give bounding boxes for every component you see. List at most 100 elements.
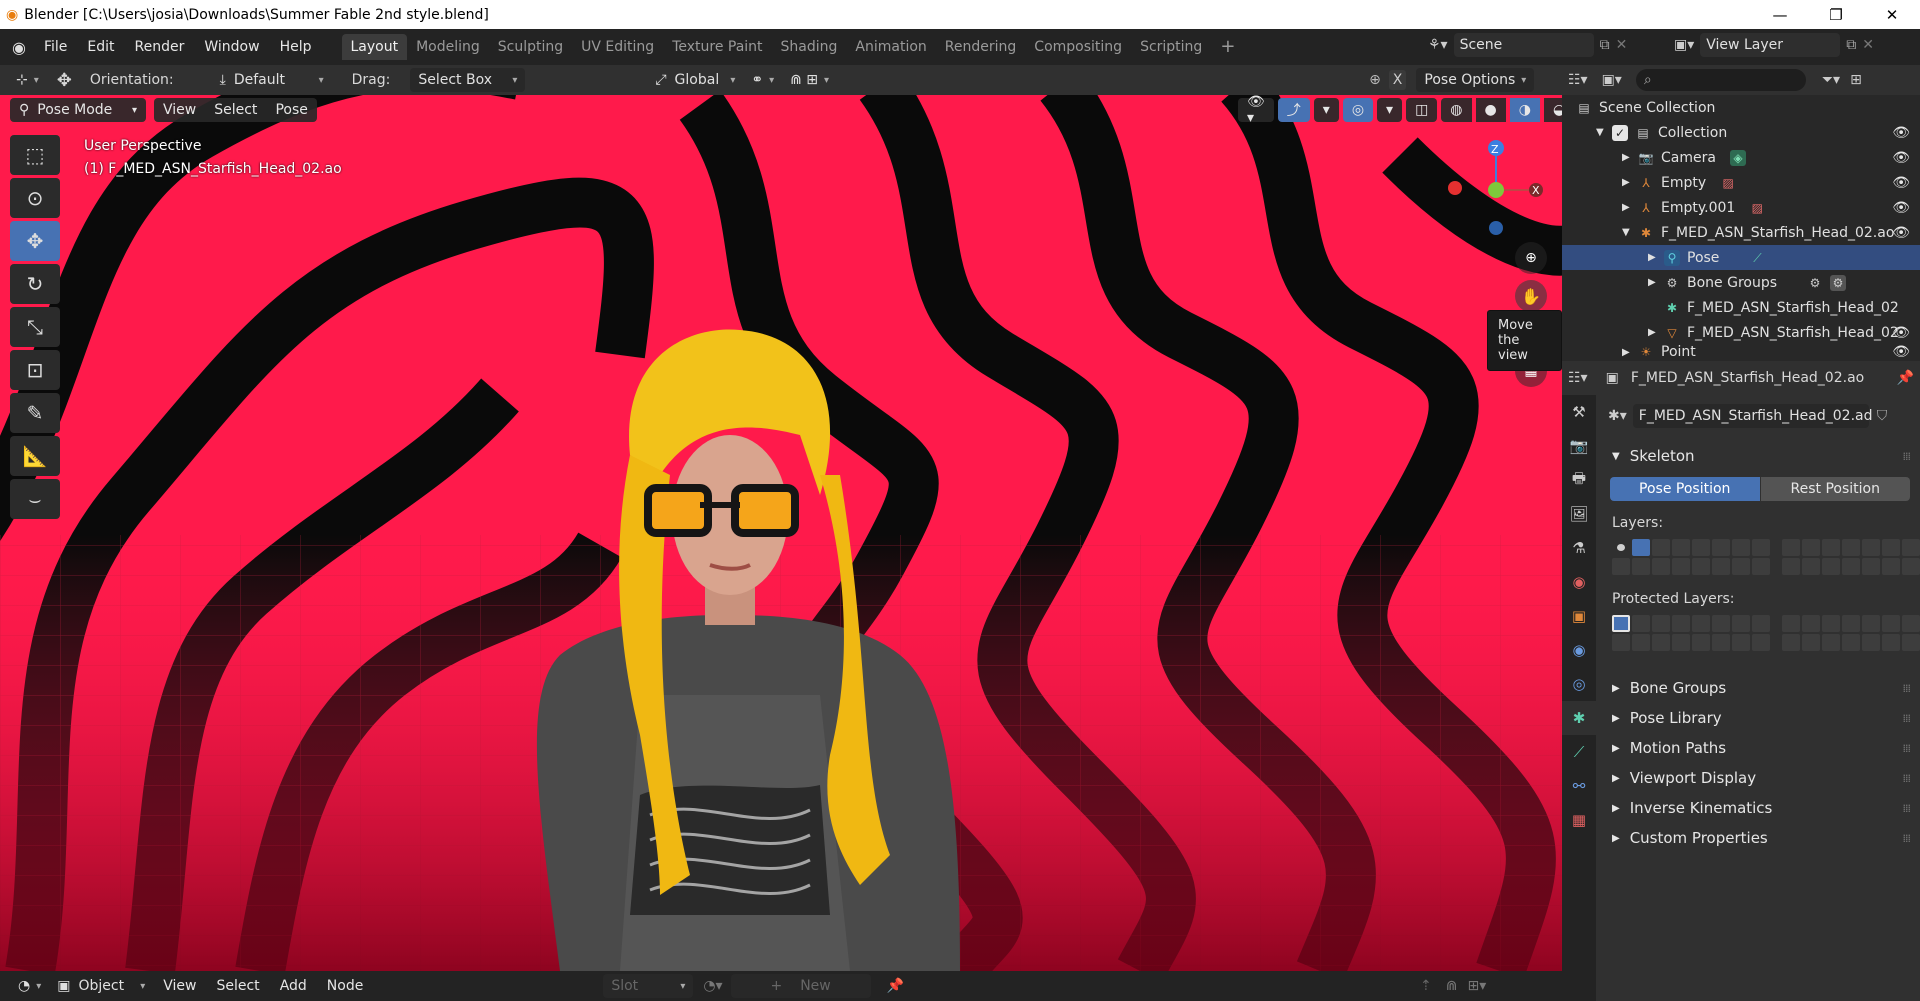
outliner-row-empty[interactable]: ▶ ⅄ Empty ▨ 👁 (1562, 170, 1920, 195)
bottom-editor-type-dropdown[interactable]: ◔ ▾ (10, 974, 49, 998)
menu-help[interactable]: Help (270, 34, 322, 60)
eye-icon[interactable]: 👁 (1892, 325, 1910, 341)
output-tab-icon[interactable]: 🖶 (1562, 463, 1596, 497)
armature-data-name-field[interactable]: F_MED_ASN_Starfish_Head_02.ad (1632, 404, 1873, 428)
add-workspace-button[interactable]: + (1211, 34, 1244, 60)
gizmo-toggle[interactable]: ⤴ (1277, 98, 1310, 122)
motion-paths-panel-header[interactable]: ▶ Motion Paths ⁞⁞⁞ (1600, 733, 1920, 763)
viewport-display-panel-header[interactable]: ▶ Viewport Display ⁞⁞⁞ (1600, 763, 1920, 793)
rest-position-button[interactable]: Rest Position (1760, 477, 1910, 501)
scene-close-icon[interactable]: ✕ (1616, 37, 1628, 53)
outliner-row-pose[interactable]: ▶ ⚲ Pose ⟋ (1562, 245, 1920, 270)
filter-icon[interactable]: ⏷▾ (1822, 72, 1840, 88)
expand-arrow-icon[interactable]: ▶ (1648, 252, 1664, 263)
material-shading-icon[interactable]: ◑ (1509, 98, 1540, 122)
layers-group-2[interactable] (1782, 539, 1920, 575)
bone-constraint-tab-icon[interactable]: ⚯ (1562, 769, 1596, 803)
minimize-button[interactable]: — (1752, 0, 1808, 29)
view-layer-browse-icon[interactable]: ▣▾ (1674, 37, 1694, 53)
bone-tab-icon[interactable]: ⟋ (1562, 735, 1596, 769)
pose-position-button[interactable]: Pose Position (1610, 477, 1760, 501)
scene-browse-icon[interactable]: ⚘▾ (1428, 37, 1448, 53)
collapse-arrow-icon[interactable]: ▼ (1596, 127, 1612, 138)
cursor-tool-icon[interactable]: ⊙ (10, 178, 60, 218)
pivot-dropdown[interactable]: ⚭ ▾ (743, 68, 782, 92)
menu-file[interactable]: File (34, 34, 77, 60)
bottom-menu-select[interactable]: Select (206, 973, 269, 999)
eye-icon[interactable]: 👁 (1892, 150, 1910, 166)
annotate-tool-icon[interactable]: ✎ (10, 393, 60, 433)
snap-options-icon[interactable]: ⊞▾ (1468, 978, 1487, 994)
pin-icon[interactable]: 📌 (887, 978, 904, 994)
3d-viewport[interactable]: Z X User Perspective (1) F_MED_ASN_Starf… (0, 95, 1562, 971)
outliner-row-camera[interactable]: ▶ 📷 Camera ◈ 👁 (1562, 145, 1920, 170)
menu-window[interactable]: Window (194, 34, 269, 60)
eye-icon[interactable]: 👁 (1892, 200, 1910, 216)
drag-grip-icon[interactable]: ⁞⁞⁞ (1903, 712, 1911, 725)
fake-user-shield-icon[interactable]: ⛉ (1877, 408, 1888, 424)
measure-tool-icon[interactable]: 📐 (10, 436, 60, 476)
expand-arrow-icon[interactable]: ▶ (1622, 347, 1638, 358)
tab-texture-paint[interactable]: Texture Paint (663, 34, 771, 60)
expand-arrow-icon[interactable]: ▶ (1622, 202, 1638, 213)
physics-tab-icon[interactable]: ◎ (1562, 667, 1596, 701)
zoom-icon[interactable]: ⊕ (1515, 242, 1547, 274)
custom-properties-panel-header[interactable]: ▶ Custom Properties ⁞⁞⁞ (1600, 823, 1920, 853)
armature-data-browse-icon[interactable]: ✱▾ (1608, 408, 1627, 424)
scene-copy-icon[interactable]: ⧉ (1600, 37, 1610, 53)
tab-shading[interactable]: Shading (772, 34, 847, 60)
transform-tool-icon[interactable]: ⊡ (10, 350, 60, 390)
tool-tab-icon[interactable]: ⚒ (1562, 395, 1596, 429)
tab-layout[interactable]: Layout (341, 34, 408, 60)
viewport-menu-select[interactable]: Select (205, 98, 267, 122)
object-tab-icon[interactable]: ▣ (1562, 599, 1596, 633)
new-collection-icon[interactable]: ⊞ (1850, 72, 1862, 88)
snap-dropdown[interactable]: ⋒ ⊞ ▾ (782, 68, 837, 92)
outliner-row-scene-collection[interactable]: ▤ Scene Collection (1562, 95, 1920, 120)
tab-rendering[interactable]: Rendering (936, 34, 1026, 60)
render-tab-icon[interactable]: 📷 (1562, 429, 1596, 463)
menu-render[interactable]: Render (125, 34, 195, 60)
overlay-toggle[interactable]: ◎ (1342, 98, 1374, 122)
tab-animation[interactable]: Animation (846, 34, 935, 60)
tab-modeling[interactable]: Modeling (407, 34, 489, 60)
scene-tab-icon[interactable]: ⚗ (1562, 531, 1596, 565)
viewport-menu-view[interactable]: View (154, 98, 206, 122)
eye-icon[interactable]: 👁 (1892, 125, 1910, 141)
move-tool-icon[interactable]: ✥ (10, 221, 60, 261)
protected-layers-group-2[interactable] (1782, 615, 1920, 651)
drag-grip-icon[interactable]: ⁞⁞⁞ (1903, 802, 1911, 815)
xray-toggle[interactable]: ◫ (1406, 98, 1438, 122)
select-box-tool-icon[interactable]: ⬚ (10, 135, 60, 175)
drag-dropdown[interactable]: Select Box ▾ (410, 68, 526, 92)
outliner-row-bone-groups[interactable]: ▶ ⚙ Bone Groups ⚙ ⚙ (1562, 270, 1920, 295)
mirror-icon[interactable]: ⊕ (1369, 72, 1381, 88)
object-dropdown[interactable]: ▣ Object ▾ (49, 974, 153, 998)
new-material-button[interactable]: + New (730, 974, 871, 998)
tab-sculpting[interactable]: Sculpting (489, 34, 572, 60)
blender-menu-icon[interactable]: ◉ (12, 38, 26, 57)
wireframe-shading-icon[interactable]: ◍ (1441, 98, 1472, 122)
drag-grip-icon[interactable]: ⁞⁞⁞ (1903, 772, 1911, 785)
armature-data-tab-icon[interactable]: ✱ (1562, 701, 1596, 735)
pose-library-panel-header[interactable]: ▶ Pose Library ⁞⁞⁞ (1600, 703, 1920, 733)
outliner-row-empty-001[interactable]: ▶ ⅄ Empty.001 ▨ 👁 (1562, 195, 1920, 220)
view-layer-close-icon[interactable]: ✕ (1862, 37, 1874, 53)
expand-arrow-icon[interactable]: ▶ (1648, 327, 1664, 338)
outliner-search-input[interactable]: ⌕ (1635, 69, 1806, 91)
view-layer-tab-icon[interactable]: 🖼 (1562, 497, 1596, 531)
viewport-menu-pose[interactable]: Pose (266, 98, 317, 122)
close-button[interactable]: ✕ (1864, 0, 1920, 29)
material-browse-icon[interactable]: ◔▾ (703, 978, 722, 994)
bone-groups-panel-header[interactable]: ▶ Bone Groups ⁞⁞⁞ (1600, 673, 1920, 703)
tab-compositing[interactable]: Compositing (1025, 34, 1131, 60)
drag-grip-icon[interactable]: ⁞⁞⁞ (1903, 682, 1911, 695)
view-layer-copy-icon[interactable]: ⧉ (1846, 37, 1856, 53)
visibility-dropdown[interactable]: 👁▾ (1238, 94, 1274, 126)
view-layer-field[interactable]: View Layer (1700, 33, 1841, 57)
transform-orientation-dropdown[interactable]: ⤢ Global ▾ (647, 68, 743, 92)
solid-shading-icon[interactable]: ● (1475, 98, 1506, 122)
drag-grip-icon[interactable]: ⁞⁞⁞ (1903, 832, 1911, 845)
slot-dropdown[interactable]: Slot ▾ (603, 974, 694, 998)
pin-icon[interactable]: 📌 (1897, 370, 1914, 386)
